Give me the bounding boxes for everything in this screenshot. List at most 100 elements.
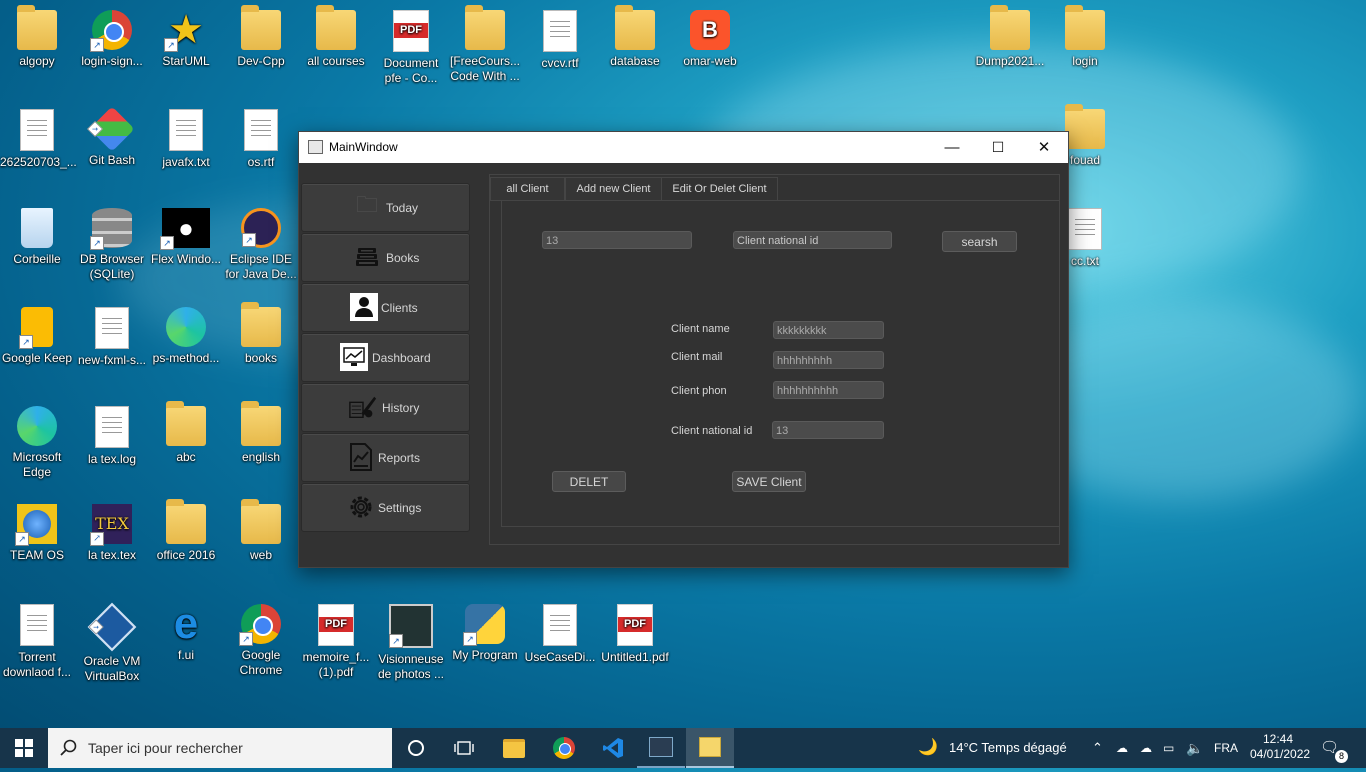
close-button[interactable]: ✕ xyxy=(1021,132,1067,163)
desktop-icon[interactable]: PDF Untitled1.pdf xyxy=(598,604,672,665)
minimize-button[interactable]: — xyxy=(929,132,975,163)
cortana-button[interactable] xyxy=(392,728,440,768)
desktop-icon[interactable]: Dev-Cpp xyxy=(224,5,298,69)
sidebar-item-today[interactable]: 🗀 Today xyxy=(301,183,470,232)
desktop-icon-label: books xyxy=(244,351,278,365)
desktop-icon[interactable]: all courses xyxy=(299,5,373,69)
desktop-icon-label: Flex Windo... xyxy=(150,252,222,266)
sidebar-item-clients[interactable]: Clients xyxy=(301,283,470,332)
notifications-button[interactable]: 🗨 8 xyxy=(1320,728,1350,768)
desktop-icon-label: Untitled1.pdf xyxy=(601,650,669,664)
desktop-icon[interactable]: DB Browser (SQLite) xyxy=(75,208,149,282)
weather-text[interactable]: 14°C Temps dégagé xyxy=(949,728,1067,768)
desktop-icon[interactable]: TEAM OS xyxy=(0,504,74,563)
desktop-icon[interactable]: PDF memoire_f... (1).pdf xyxy=(299,604,373,680)
desktop-icon-label: login xyxy=(1072,54,1098,68)
sidebar-item-dashboard[interactable]: Dashboard xyxy=(301,333,470,382)
language-indicator[interactable]: FRA xyxy=(1214,728,1238,768)
delete-button[interactable]: DELET xyxy=(552,471,626,492)
desktop-icon[interactable]: os.rtf xyxy=(224,109,298,170)
taskbar-explorer[interactable] xyxy=(490,728,538,768)
taskbar-search[interactable]: Taper ici pour rechercher xyxy=(48,728,392,768)
wifi-icon[interactable]: ▭ xyxy=(1163,728,1174,768)
desktop-icon[interactable]: database xyxy=(598,5,672,69)
tab-add-new-client[interactable]: Add new Client xyxy=(565,177,662,201)
folder-icon xyxy=(615,5,655,50)
desktop-icon[interactable]: Eclipse IDE for Java De... xyxy=(224,208,298,282)
client-national-id-input[interactable]: 13 xyxy=(772,421,884,439)
save-client-button[interactable]: SAVE Client xyxy=(732,471,806,492)
desktop-icon[interactable]: algopy xyxy=(0,5,74,69)
taskbar-vscode[interactable] xyxy=(589,728,637,768)
client-name-input[interactable]: kkkkkkkkk xyxy=(773,321,884,339)
sidebar-item-settings[interactable]: Settings xyxy=(301,483,470,532)
desktop-icon[interactable]: english xyxy=(224,401,298,465)
desktop-icon[interactable]: Google Chrome xyxy=(224,604,298,678)
desktop-icon[interactable]: Corbeille xyxy=(0,208,74,267)
tab-edit-or-delete-client[interactable]: Edit Or Delet Client xyxy=(661,177,778,201)
desktop-icon[interactable]: login-sign... xyxy=(75,10,149,69)
desktop-icon[interactable]: Dump2021... xyxy=(973,5,1047,69)
desktop-icon[interactable]: My Program xyxy=(448,604,522,663)
network-icon[interactable]: ☁ xyxy=(1116,728,1128,768)
taskbar-chrome[interactable] xyxy=(540,728,588,768)
desktop-icon[interactable]: office 2016 xyxy=(149,499,223,563)
desktop-icon-label: omar-web xyxy=(683,54,737,68)
desktop-icon[interactable]: Google Keep xyxy=(0,307,74,366)
maximize-button[interactable]: ☐ xyxy=(975,132,1021,163)
desktop-icon[interactable]: PDF Document pfe - Co... xyxy=(374,10,448,86)
sidebar-item-reports[interactable]: Reports xyxy=(301,433,470,482)
desktop-icon[interactable]: login xyxy=(1048,5,1122,69)
books-icon xyxy=(352,242,382,272)
national-id-search-input[interactable]: Client national id xyxy=(733,231,892,249)
desktop-icon[interactable]: books xyxy=(224,302,298,366)
desktop-icon-label: 262520703_... xyxy=(0,155,77,169)
ie-icon: e xyxy=(173,599,199,648)
cloud-icon[interactable]: ☁ xyxy=(1140,728,1152,768)
chevron-up-icon[interactable]: ⌃ xyxy=(1092,728,1103,768)
desktop-icon-label: DB Browser (SQLite) xyxy=(79,252,144,281)
desktop-icon[interactable]: Visionneuse de photos ... xyxy=(374,604,448,682)
volume-icon[interactable]: 🔈 xyxy=(1186,728,1203,768)
desktop-icon[interactable]: ● Flex Windo... xyxy=(149,208,223,267)
taskbar-notes[interactable] xyxy=(686,728,734,768)
desktop-icon-label: [FreeCours... Code With ... xyxy=(449,54,521,83)
notepad-icon xyxy=(699,737,721,757)
desktop-icon[interactable]: Microsoft Edge xyxy=(0,406,74,480)
desktop-icon[interactable]: Bomar-web xyxy=(673,10,747,69)
desktop-icon[interactable]: TEX la tex.tex xyxy=(75,504,149,563)
sidebar-item-books[interactable]: Books xyxy=(301,233,470,282)
title-bar[interactable]: MainWindow — ☐ ✕ xyxy=(299,132,1068,163)
folder-icon xyxy=(1065,104,1105,149)
folder-icon xyxy=(17,5,57,50)
task-view-button[interactable] xyxy=(440,728,488,768)
tab-all-client[interactable]: all Client xyxy=(490,177,565,201)
desktop-icon[interactable]: UseCaseDi... xyxy=(523,604,597,665)
desktop-icon[interactable]: Oracle VM VirtualBox xyxy=(75,602,149,684)
desktop-icon[interactable]: 262520703_... xyxy=(0,109,77,170)
client-phone-input[interactable]: hhhhhhhhhh xyxy=(773,381,884,399)
start-button[interactable] xyxy=(0,728,48,768)
desktop-icon[interactable]: la tex.log xyxy=(75,406,149,467)
desktop-icon[interactable]: ★ StarUML xyxy=(149,10,223,69)
desktop-icon[interactable]: javafx.txt xyxy=(149,109,223,170)
desktop-icon[interactable]: Torrent downlaod f... xyxy=(0,604,74,680)
desktop-icon[interactable]: web xyxy=(224,499,298,563)
client-mail-input[interactable]: hhhhhhhhh xyxy=(773,351,884,369)
desktop-icon[interactable]: abc xyxy=(149,401,223,465)
app-icon xyxy=(308,140,323,154)
taskbar-qt[interactable] xyxy=(637,728,685,768)
desktop-icon[interactable]: cvcv.rtf xyxy=(523,10,597,71)
desktop-icon[interactable]: ps-method... xyxy=(149,307,223,366)
document-icon xyxy=(95,307,129,349)
edit-client-page: 13 Client national id searsh Client name… xyxy=(501,200,1060,527)
desktop-icon-label: My Program xyxy=(452,648,518,662)
sidebar-item-history[interactable]: History xyxy=(301,383,470,432)
desktop-icon[interactable]: Git Bash xyxy=(75,106,149,168)
client-id-input[interactable]: 13 xyxy=(542,231,692,249)
desktop-icon[interactable]: e f.ui xyxy=(149,599,223,663)
desktop-icon[interactable]: [FreeCours... Code With ... xyxy=(448,5,522,84)
clock[interactable]: 12:44 04/01/2022 xyxy=(1250,732,1310,772)
desktop-icon[interactable]: new-fxml-s... xyxy=(75,307,149,368)
search-button[interactable]: searsh xyxy=(942,231,1017,252)
